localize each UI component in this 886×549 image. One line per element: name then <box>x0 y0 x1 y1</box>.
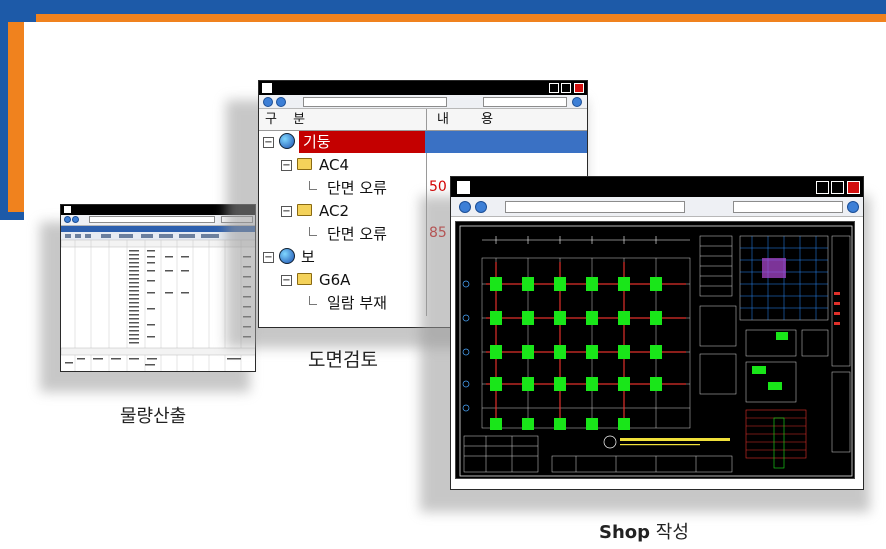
review-navbar <box>259 95 587 109</box>
go-icon[interactable] <box>847 201 859 213</box>
collapse-icon[interactable]: − <box>263 252 274 263</box>
tree-label: 단면 오류 <box>327 225 387 243</box>
forward-arrow-icon[interactable] <box>475 201 487 213</box>
tree-branch-line <box>309 227 317 236</box>
tree-header-category: 구 분 <box>259 109 427 130</box>
folder-icon <box>297 273 312 285</box>
tree-label: AC4 <box>319 156 350 174</box>
maximize-icon[interactable] <box>561 83 571 93</box>
collapse-icon[interactable]: − <box>281 160 292 171</box>
tree-label: 기둥 <box>299 131 425 153</box>
minimize-icon[interactable] <box>816 181 829 194</box>
close-icon[interactable] <box>847 181 860 194</box>
tree-header-content: 내 용 <box>437 112 508 127</box>
review-titlebar <box>259 81 587 95</box>
window-menu-icon[interactable] <box>262 83 272 93</box>
caption-quantity: 물량산출 <box>120 406 187 427</box>
window-menu-icon[interactable] <box>64 206 71 213</box>
tree-row-ac4[interactable]: − AC4 <box>259 154 587 177</box>
tree-header: 구 분 내 용 <box>259 109 587 131</box>
caption-shop-bold: Shop <box>599 522 651 543</box>
globe-icon <box>279 133 295 149</box>
window-menu-icon[interactable] <box>457 181 470 194</box>
caption-shop: Shop 작성 <box>599 518 689 544</box>
structural-plan <box>456 222 854 478</box>
shop-titlebar <box>451 177 863 197</box>
collapse-icon[interactable]: − <box>263 137 274 148</box>
folder-icon <box>297 158 312 170</box>
cad-drawing <box>455 221 855 479</box>
back-arrow-icon[interactable] <box>459 201 471 213</box>
back-arrow-icon[interactable] <box>64 216 71 223</box>
tree-label: 보 <box>301 248 315 266</box>
shop-window <box>450 176 864 490</box>
tree-branch-line <box>309 181 317 190</box>
forward-arrow-icon[interactable] <box>276 97 286 107</box>
tree-branch-line <box>309 296 317 305</box>
tree-label: 단면 오류 <box>327 179 387 197</box>
search-field[interactable] <box>733 201 843 213</box>
promo-canvas: 구 분 내 용 − 기둥 − AC4 단면 오류 50 − AC2 단면 오류 … <box>0 0 886 549</box>
maximize-icon[interactable] <box>831 181 844 194</box>
minimize-icon[interactable] <box>549 83 559 93</box>
collapse-icon[interactable]: − <box>281 275 292 286</box>
close-icon[interactable] <box>574 83 584 93</box>
folder-icon <box>297 204 312 216</box>
left-orange-stripe <box>8 22 24 212</box>
shop-navbar <box>451 197 863 217</box>
caption-review: 도면검토 <box>308 349 378 371</box>
tree-label: 일람 부재 <box>327 294 387 312</box>
address-field[interactable] <box>505 201 685 213</box>
go-icon[interactable] <box>572 97 582 107</box>
globe-icon <box>279 248 295 264</box>
address-field[interactable] <box>89 216 215 223</box>
tree-label: G6A <box>319 271 351 289</box>
search-field[interactable] <box>483 97 567 107</box>
caption-shop-rest: 작성 <box>650 522 689 543</box>
back-arrow-icon[interactable] <box>263 97 273 107</box>
selection-highlight <box>425 131 587 153</box>
forward-arrow-icon[interactable] <box>72 216 79 223</box>
address-field[interactable] <box>303 97 447 107</box>
tree-row-column[interactable]: − 기둥 <box>259 131 587 154</box>
tree-label: AC2 <box>319 202 350 220</box>
tree-value: 50 <box>429 179 447 195</box>
collapse-icon[interactable]: − <box>281 206 292 217</box>
